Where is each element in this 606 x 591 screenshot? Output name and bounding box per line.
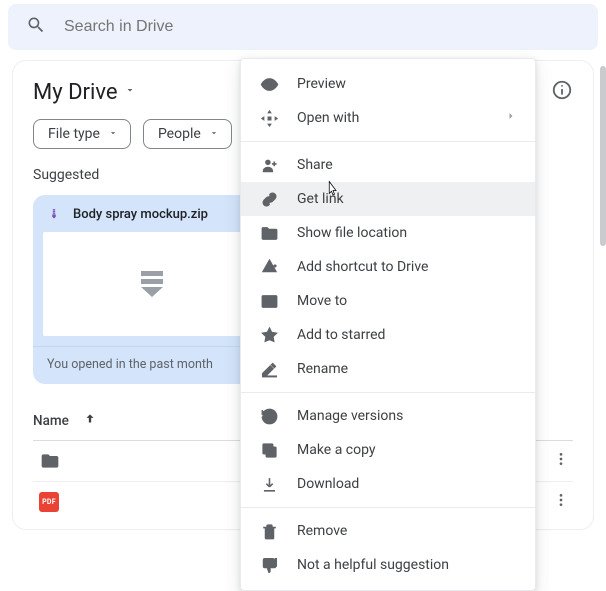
menu-open-with[interactable]: Open with xyxy=(241,101,535,135)
copy-icon xyxy=(259,440,279,460)
menu-label: Show file location xyxy=(297,225,407,241)
file-activity-text: You opened in the past month xyxy=(33,346,271,372)
menu-label: Add to starred xyxy=(297,327,385,343)
menu-make-copy[interactable]: Make a copy xyxy=(241,433,535,467)
page-title: My Drive xyxy=(33,80,118,105)
menu-rename[interactable]: Rename xyxy=(241,352,535,386)
menu-preview[interactable]: Preview xyxy=(241,67,535,101)
download-icon xyxy=(259,474,279,494)
scrollbar[interactable] xyxy=(600,66,606,246)
drive-shortcut-icon xyxy=(259,257,279,277)
download-arrow-icon xyxy=(141,271,163,297)
menu-label: Remove xyxy=(297,523,347,539)
menu-download[interactable]: Download xyxy=(241,467,535,501)
menu-label: Preview xyxy=(297,76,346,92)
trash-icon xyxy=(259,521,279,541)
menu-show-location[interactable]: Show file location xyxy=(241,216,535,250)
pdf-icon: PDF xyxy=(39,492,59,512)
chevron-right-icon xyxy=(505,110,517,126)
menu-divider xyxy=(241,392,535,393)
chip-label: File type xyxy=(48,126,100,142)
suggested-file-card[interactable]: Body spray mockup.zip You opened in the … xyxy=(33,195,271,384)
more-actions-button[interactable] xyxy=(553,492,569,512)
menu-manage-versions[interactable]: Manage versions xyxy=(241,399,535,433)
menu-add-shortcut[interactable]: Add shortcut to Drive xyxy=(241,250,535,284)
eye-icon xyxy=(259,74,279,94)
menu-label: Open with xyxy=(297,110,359,126)
zip-icon xyxy=(47,208,61,222)
menu-label: Manage versions xyxy=(297,408,403,424)
menu-label: Move to xyxy=(297,293,347,309)
caret-down-icon xyxy=(209,126,219,142)
menu-label: Share xyxy=(297,157,333,173)
thumbs-down-icon xyxy=(259,555,279,575)
star-icon xyxy=(259,325,279,345)
person-add-icon xyxy=(259,155,279,175)
chip-file-type[interactable]: File type xyxy=(33,119,131,149)
sort-ascending-icon[interactable] xyxy=(83,412,97,430)
menu-not-helpful[interactable]: Not a helpful suggestion xyxy=(241,548,535,582)
chip-people[interactable]: People xyxy=(143,119,232,149)
menu-share[interactable]: Share xyxy=(241,148,535,182)
more-actions-button[interactable] xyxy=(553,451,569,471)
search-input[interactable] xyxy=(64,18,580,36)
column-name[interactable]: Name xyxy=(33,413,69,429)
folder-icon xyxy=(39,451,61,471)
folder-outline-icon xyxy=(259,223,279,243)
menu-get-link[interactable]: Get link xyxy=(241,182,535,216)
search-bar[interactable] xyxy=(8,4,598,50)
menu-label: Make a copy xyxy=(297,442,376,458)
breadcrumb-my-drive[interactable]: My Drive xyxy=(33,80,136,105)
context-menu: Preview Open with Share Get link Show fi… xyxy=(240,58,536,591)
menu-remove[interactable]: Remove xyxy=(241,514,535,548)
file-thumbnail xyxy=(43,232,261,336)
mouse-cursor xyxy=(324,178,342,200)
info-icon[interactable] xyxy=(551,79,573,105)
menu-divider xyxy=(241,141,535,142)
menu-label: Download xyxy=(297,476,359,492)
menu-add-starred[interactable]: Add to starred xyxy=(241,318,535,352)
menu-label: Rename xyxy=(297,361,348,377)
history-icon xyxy=(259,406,279,426)
caret-down-icon xyxy=(124,84,136,100)
menu-label: Add shortcut to Drive xyxy=(297,259,428,275)
caret-down-icon xyxy=(108,126,118,142)
search-icon xyxy=(26,15,46,39)
menu-divider xyxy=(241,507,535,508)
file-name: Body spray mockup.zip xyxy=(73,207,208,222)
menu-move-to[interactable]: Move to xyxy=(241,284,535,318)
link-icon xyxy=(259,189,279,209)
move-to-icon xyxy=(259,291,279,311)
rename-icon xyxy=(259,359,279,379)
open-with-icon xyxy=(259,108,279,128)
menu-label: Not a helpful suggestion xyxy=(297,557,449,573)
chip-label: People xyxy=(158,126,201,142)
